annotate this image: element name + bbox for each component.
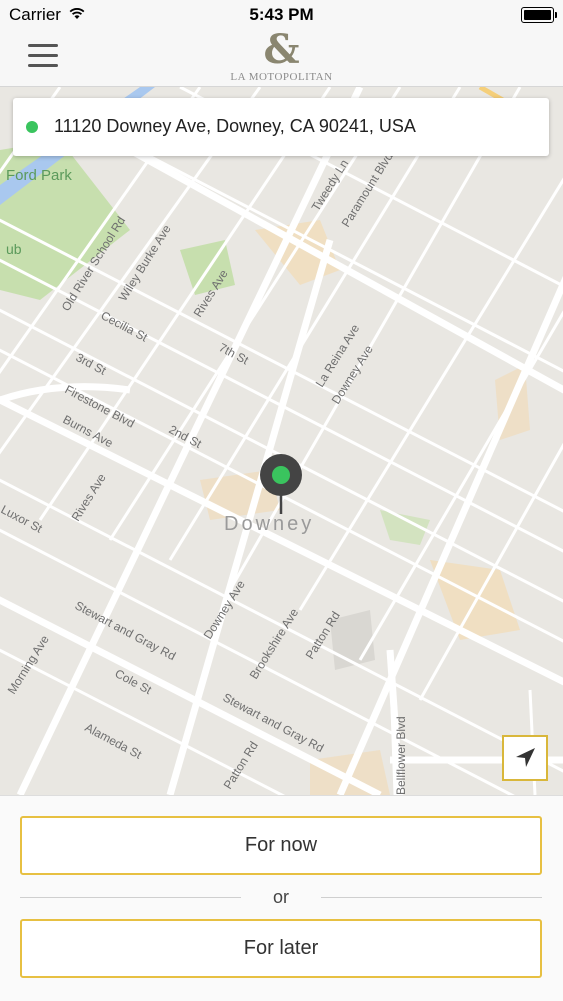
logo-ampersand: & bbox=[263, 26, 300, 73]
address-text: 11120 Downey Ave, Downey, CA 90241, USA bbox=[54, 116, 416, 136]
or-divider: or bbox=[20, 882, 542, 912]
clock: 5:43 PM bbox=[249, 5, 314, 24]
for-later-button[interactable]: For later bbox=[20, 919, 542, 978]
map-label-bellflower: Bellflower Blvd bbox=[394, 716, 408, 795]
brand-name: LA MOTOPOLITAN bbox=[230, 71, 333, 83]
map-canvas: Ford Park ub Old River School Rd Wiley B… bbox=[0, 87, 563, 795]
locate-me-button[interactable] bbox=[502, 735, 548, 781]
address-bar[interactable]: 11120 Downey Ave, Downey, CA 90241, USA bbox=[13, 98, 549, 156]
booking-panel: For now or For later bbox=[0, 795, 563, 1001]
battery-icon bbox=[521, 7, 557, 23]
app-logo: & LA MOTOPOLITAN bbox=[0, 26, 563, 84]
map-city-label: Downey bbox=[224, 513, 314, 535]
for-now-button[interactable]: For now bbox=[20, 816, 542, 875]
nav-bar: & LA MOTOPOLITAN bbox=[0, 30, 563, 87]
status-dot-icon bbox=[26, 121, 38, 133]
map-view[interactable]: Ford Park ub Old River School Rd Wiley B… bbox=[0, 87, 563, 795]
map-label-ford-park: Ford Park bbox=[6, 167, 72, 184]
map-label-club: ub bbox=[6, 241, 22, 257]
navigation-arrow-icon bbox=[516, 748, 535, 767]
divider-line-right bbox=[321, 897, 542, 898]
